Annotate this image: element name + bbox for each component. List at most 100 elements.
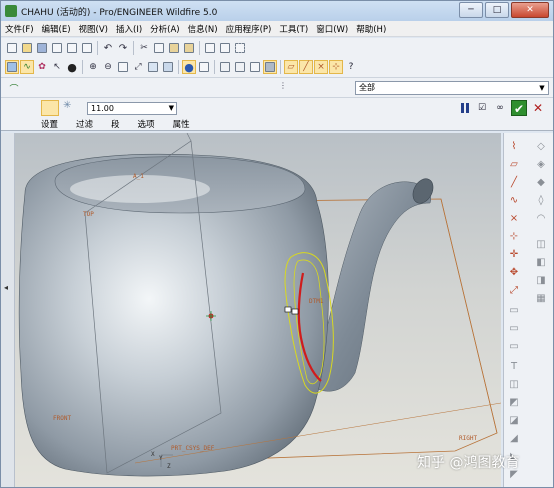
csys-tool-icon[interactable]: ⊹ (507, 229, 521, 243)
cut-icon[interactable]: ✂ (137, 41, 151, 55)
saved-views-icon[interactable] (146, 60, 160, 74)
style-icon[interactable]: ◆ (534, 175, 548, 189)
extrude-icon[interactable]: T (507, 359, 521, 373)
maximize-button[interactable]: □ (485, 2, 509, 18)
label-front[interactable]: FRONT (53, 415, 71, 422)
offset-icon[interactable]: ⤢ (507, 283, 521, 297)
collapse-arrow-icon[interactable]: ◂ (4, 283, 8, 292)
menu-tools[interactable]: 工具(T) (275, 23, 312, 35)
csys-icon[interactable]: ⊹ (329, 60, 343, 74)
point-icon[interactable]: × (507, 211, 521, 225)
spline-tool-icon[interactable]: ∿ (507, 193, 521, 207)
paste-special-icon[interactable] (182, 41, 196, 55)
zoom-out-icon[interactable]: ⊖ (101, 60, 115, 74)
paste-icon[interactable] (167, 41, 181, 55)
label-dtm[interactable]: DTM1 (309, 298, 323, 305)
tab-segment[interactable]: 段 (111, 118, 120, 130)
regenerate-icon[interactable] (203, 41, 217, 55)
surface-type-button[interactable]: ✳ (63, 100, 79, 116)
sketch-icon[interactable] (5, 60, 19, 74)
solidify-icon[interactable]: ◨ (534, 273, 548, 287)
label-top[interactable]: TOP (83, 211, 94, 218)
shaded-icon[interactable] (263, 60, 277, 74)
curve-type-button[interactable] (41, 100, 59, 116)
tab-filter[interactable]: 过滤 (76, 118, 93, 130)
wireframe-icon[interactable] (218, 60, 232, 74)
pattern-icon[interactable]: ▭ (507, 339, 521, 353)
navigator-strip[interactable]: ◂ (1, 133, 15, 487)
appearance-icon[interactable]: ✿ (35, 60, 49, 74)
spline-icon[interactable]: ∿ (20, 60, 34, 74)
close-button[interactable]: ✕ (511, 2, 549, 18)
find-icon[interactable] (218, 41, 232, 55)
no-hidden-icon[interactable] (248, 60, 262, 74)
datum-axes-icon[interactable]: ╱ (299, 60, 313, 74)
minimize-button[interactable]: ─ (459, 2, 483, 18)
drag-handle[interactable] (291, 308, 299, 315)
label-right[interactable]: RIGHT (459, 435, 477, 442)
trim-icon[interactable]: ◠ (534, 211, 548, 225)
ok-button[interactable]: ✔ (511, 100, 527, 116)
menu-insert[interactable]: 插入(I) (112, 23, 146, 35)
copy-icon[interactable] (152, 41, 166, 55)
preview-checkbox[interactable]: ☑ (475, 101, 489, 115)
cancel-button[interactable]: ✕ (531, 101, 545, 115)
smart-select-icon[interactable]: ⌒ (7, 81, 21, 95)
email-icon[interactable] (65, 41, 79, 55)
tab-options[interactable]: 选项 (138, 118, 155, 130)
cursor-icon[interactable]: ↖ (50, 60, 64, 74)
boundary-icon[interactable]: ◇ (534, 139, 548, 153)
drag-handle[interactable] (284, 306, 292, 313)
thicken-icon[interactable]: ◧ (534, 255, 548, 269)
line-icon[interactable]: ╱ (507, 175, 521, 189)
reorient-icon[interactable]: ⤢ (131, 60, 145, 74)
refit-icon[interactable] (116, 60, 130, 74)
fill-icon[interactable]: ◈ (534, 157, 548, 171)
selection-filter-select[interactable]: 全部 ▼ (355, 81, 549, 95)
copy-tool-icon[interactable]: ▭ (507, 303, 521, 317)
datum-planes-icon[interactable]: ▱ (284, 60, 298, 74)
menu-analysis[interactable]: 分析(A) (146, 23, 183, 35)
paste-tool-icon[interactable]: ▭ (507, 321, 521, 335)
help-cursor-icon[interactable]: ? (344, 60, 358, 74)
email-link-icon[interactable] (80, 41, 94, 55)
datum-points-icon[interactable]: × (314, 60, 328, 74)
tab-properties[interactable]: 属性 (173, 118, 190, 130)
layers-icon[interactable] (161, 60, 175, 74)
sweep-icon[interactable]: ◩ (507, 395, 521, 409)
value-input[interactable]: 11.00 ▼ (87, 102, 177, 115)
label-csys[interactable]: PRT_CSYS_DEF (171, 445, 214, 452)
zoom-in-icon[interactable]: ⊕ (86, 60, 100, 74)
menu-file[interactable]: 文件(F) (1, 23, 38, 35)
view-manager-icon[interactable] (197, 60, 211, 74)
merge-icon[interactable]: ◊ (534, 193, 548, 207)
hidden-line-icon[interactable] (233, 60, 247, 74)
group-icon[interactable]: ▦ (534, 291, 548, 305)
menu-edit[interactable]: 编辑(E) (38, 23, 75, 35)
blend-icon[interactable]: ◪ (507, 413, 521, 427)
extend-icon[interactable]: ◫ (534, 237, 548, 251)
label-a1[interactable]: A_1 (133, 173, 144, 180)
menu-applications[interactable]: 应用程序(P) (222, 23, 276, 35)
analysis-icon[interactable]: ✥ (507, 265, 521, 279)
print-icon[interactable] (50, 41, 64, 55)
rectangle-icon[interactable]: ▱ (507, 157, 521, 171)
sketch-line-icon[interactable]: ⌇ (507, 139, 521, 153)
tab-settings[interactable]: 设置 (41, 118, 58, 130)
menu-view[interactable]: 视图(V) (75, 23, 112, 35)
round-icon[interactable]: ◢ (507, 431, 521, 445)
pause-button[interactable] (461, 103, 471, 113)
save-icon[interactable] (35, 41, 49, 55)
display-style-icon[interactable]: ● (182, 60, 196, 74)
revolve-icon[interactable]: ◫ (507, 377, 521, 391)
mirror-icon[interactable]: ✛ (507, 247, 521, 261)
menu-help[interactable]: 帮助(H) (352, 23, 390, 35)
redo-icon[interactable]: ↷ (116, 41, 130, 55)
open-file-icon[interactable] (20, 41, 34, 55)
preview-glasses-icon[interactable]: ∞ (493, 101, 507, 115)
menu-info[interactable]: 信息(N) (184, 23, 222, 35)
shading-icon[interactable]: ● (65, 60, 79, 74)
graphics-viewport[interactable]: TOP A_1 DTM1 FRONT RIGHT PRT_CSYS_DEF X … (15, 133, 501, 487)
new-file-icon[interactable] (5, 41, 19, 55)
menu-window[interactable]: 窗口(W) (312, 23, 352, 35)
